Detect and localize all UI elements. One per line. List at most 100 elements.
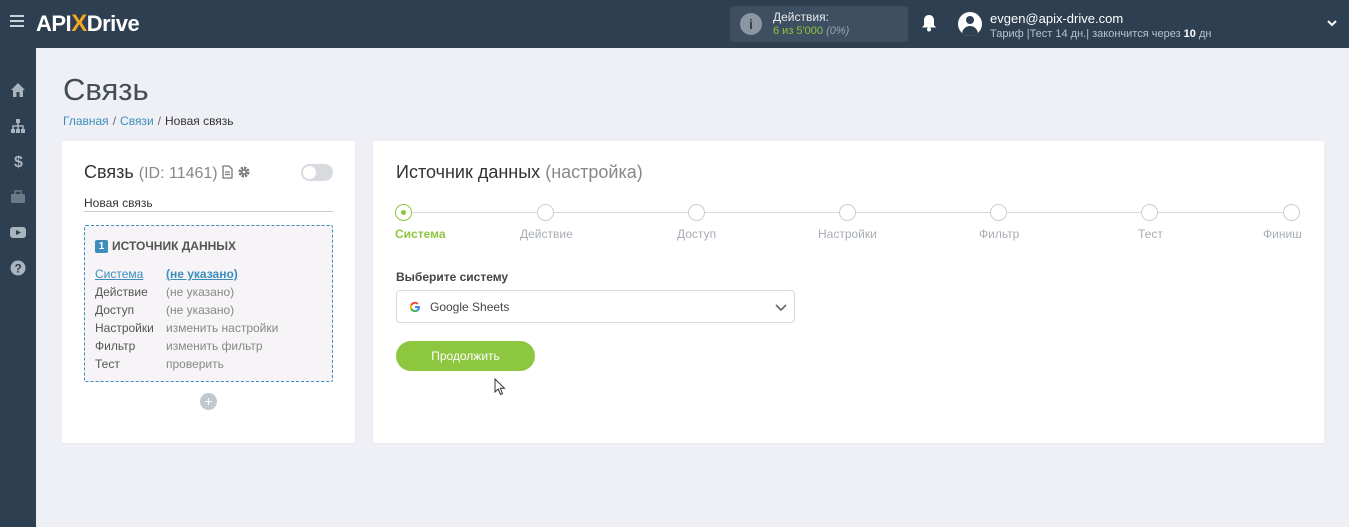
briefcase-icon: [11, 190, 25, 203]
sidebar-item-home[interactable]: [0, 72, 36, 108]
system-field-label: Выберите систему: [396, 270, 509, 284]
source-setup-title-text: Источник данных: [396, 162, 541, 182]
youtube-icon: [10, 227, 26, 238]
connection-panel: Связь (ID: 11461) Новая связь 1 ИСТОЧНИК …: [62, 141, 355, 443]
google-icon: [409, 301, 420, 312]
step-label-settings[interactable]: Настройки: [818, 227, 877, 241]
chevron-down-icon[interactable]: [1327, 18, 1337, 28]
plan-days: 10: [1183, 28, 1196, 40]
source-row-system[interactable]: Система (не указано): [95, 267, 278, 285]
user-avatar[interactable]: [958, 12, 982, 36]
plan-suffix: дн: [1195, 28, 1212, 40]
row-key: Система: [95, 267, 144, 281]
connection-title-text: Связь: [84, 162, 134, 182]
row-value[interactable]: (не указано): [166, 267, 238, 281]
actions-value: 6 из 5'000 (0%): [773, 25, 849, 37]
source-block-title-text: ИСТОЧНИК ДАННЫХ: [112, 239, 237, 253]
document-icon[interactable]: [222, 165, 233, 179]
logo-text-drive: Drive: [86, 11, 140, 36]
breadcrumb-connections[interactable]: Связи: [120, 114, 154, 128]
row-key: Фильтр: [95, 339, 136, 353]
step-dot-test[interactable]: [1141, 204, 1158, 221]
source-block[interactable]: 1 ИСТОЧНИК ДАННЫХ Система (не указано) Дей…: [84, 225, 333, 382]
gear-icon[interactable]: [237, 165, 251, 179]
menu-icon[interactable]: [10, 15, 24, 29]
plan-prefix: Тариф |Тест 14 дн.| закончится через: [990, 28, 1184, 40]
actions-counter[interactable]: i Действия: 6 из 5'000 (0%): [730, 6, 908, 42]
breadcrumb-separator: /: [112, 114, 117, 128]
add-block-button[interactable]: +: [200, 393, 217, 410]
apix-drive-logo[interactable]: APIXDrive: [36, 10, 140, 38]
source-row-action[interactable]: Действие (не указано): [95, 285, 278, 303]
bell-icon[interactable]: [921, 14, 937, 32]
actions-count: 6 из 5'000: [773, 25, 823, 37]
sidebar: $ ?: [0, 48, 36, 527]
step-label-finish[interactable]: Финиш: [1263, 227, 1302, 241]
step-dot-action[interactable]: [537, 204, 554, 221]
source-row-access[interactable]: Доступ (не указано): [95, 303, 278, 321]
svg-text:$: $: [14, 154, 23, 169]
row-key: Доступ: [95, 303, 135, 317]
source-setup-title: Источник данных (настройка): [396, 162, 643, 183]
step-label-filter[interactable]: Фильтр: [979, 227, 1019, 241]
row-value: (не указано): [166, 285, 235, 299]
step-label-system[interactable]: Система: [395, 227, 446, 241]
breadcrumb-home[interactable]: Главная: [63, 114, 109, 128]
actions-percent: (0%): [826, 25, 850, 37]
system-select[interactable]: Google Sheets: [396, 290, 795, 323]
step-dot-filter[interactable]: [990, 204, 1007, 221]
step-dot-settings[interactable]: [839, 204, 856, 221]
logo-text-x: X: [71, 10, 87, 37]
row-key: Действие: [95, 285, 148, 299]
source-setup-panel: Источник данных (настройка) Система Дейс…: [373, 141, 1324, 443]
row-value: проверить: [166, 357, 224, 371]
step-label-action[interactable]: Действие: [520, 227, 573, 241]
help-icon: ?: [10, 260, 26, 276]
row-value: изменить фильтр: [166, 339, 263, 353]
source-row-filter[interactable]: Фильтр изменить фильтр: [95, 339, 278, 357]
source-block-title: 1 ИСТОЧНИК ДАННЫХ: [95, 239, 236, 253]
source-setup-subtitle: (настройка): [545, 162, 643, 182]
breadcrumb-current: Новая связь: [164, 114, 234, 128]
connection-name[interactable]: Новая связь: [84, 196, 333, 212]
row-value: изменить настройки: [166, 321, 279, 335]
user-plan: Тариф |Тест 14 дн.| закончится через 10 …: [990, 28, 1211, 40]
source-row-settings[interactable]: Настройки изменить настройки: [95, 321, 278, 339]
breadcrumb: Главная / Связи / Новая связь: [63, 114, 234, 128]
dollar-icon: $: [14, 154, 23, 169]
sitemap-icon: [11, 119, 25, 133]
sidebar-item-projects[interactable]: [0, 179, 36, 215]
connection-id: (ID: 11461): [138, 165, 218, 182]
user-email[interactable]: evgen@apix-drive.com: [990, 11, 1123, 26]
step-dot-access[interactable]: [688, 204, 705, 221]
page-title: Связь: [63, 72, 149, 107]
step-label-test[interactable]: Тест: [1138, 227, 1163, 241]
breadcrumb-separator: /: [157, 114, 161, 128]
toggle-knob: [303, 166, 316, 179]
logo-text-api: API: [36, 11, 72, 36]
source-settings-list: Система (не указано) Действие (не указано)…: [95, 267, 278, 375]
sidebar-item-connections[interactable]: [0, 108, 36, 144]
top-bar: APIXDrive i Действия: 6 из 5'000 (0%) ev…: [0, 0, 1349, 48]
svg-text:?: ?: [15, 262, 22, 276]
step-dot-finish[interactable]: [1283, 204, 1300, 221]
continue-button[interactable]: Продолжить: [396, 341, 535, 371]
mouse-cursor-icon: [494, 378, 506, 396]
sidebar-item-videos[interactable]: [0, 214, 36, 250]
actions-label: Действия:: [773, 10, 829, 24]
row-value: (не указано): [166, 303, 235, 317]
row-key: Настройки: [95, 321, 154, 335]
info-icon: i: [740, 13, 762, 35]
selected-system: Google Sheets: [430, 300, 510, 314]
step-number-badge: 1: [95, 240, 108, 253]
step-dot-system[interactable]: [395, 204, 412, 221]
sidebar-item-help[interactable]: ?: [0, 250, 36, 286]
sidebar-item-billing[interactable]: $: [0, 143, 36, 179]
connection-enable-toggle[interactable]: [301, 164, 333, 181]
connection-title: Связь (ID: 11461): [84, 162, 218, 183]
home-icon: [11, 83, 25, 97]
step-label-access[interactable]: Доступ: [677, 227, 716, 241]
row-key: Тест: [95, 357, 120, 371]
source-row-test[interactable]: Тест проверить: [95, 357, 278, 375]
chevron-down-icon: [775, 304, 787, 312]
